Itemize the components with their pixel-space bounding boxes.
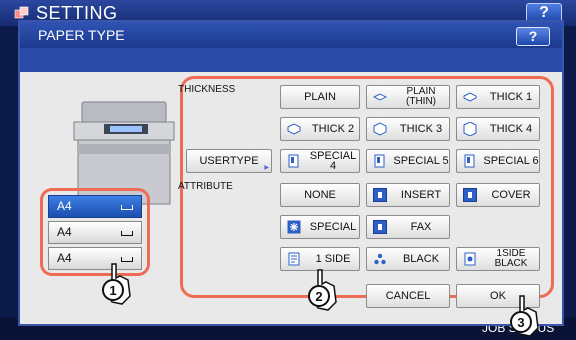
insert-label: INSERT <box>400 189 442 202</box>
step-number-1: 1 <box>102 279 124 301</box>
tray-icon <box>121 231 133 236</box>
plain-thin-label-2: (THIN) <box>406 96 436 108</box>
insert-icon <box>373 188 387 202</box>
cover-label: COVER <box>491 189 531 202</box>
paper-thick-icon <box>287 123 301 135</box>
ok-label: OK <box>490 290 506 303</box>
dialog-info-band <box>20 48 562 72</box>
thick-2-label: THICK 2 <box>311 123 355 136</box>
cancel-button[interactable]: CANCEL <box>366 284 450 308</box>
setting-icon <box>14 6 29 19</box>
special-4-label: SPECIAL 4 <box>309 150 357 173</box>
black-button[interactable]: BLACK <box>366 247 450 271</box>
special-paper-icon <box>374 154 385 168</box>
step-number-2: 2 <box>308 285 330 307</box>
special-paper-icon <box>288 154 299 168</box>
fax-label: FAX <box>410 221 432 234</box>
plain-thin-button[interactable]: PLAIN (THIN) <box>366 85 450 109</box>
thick-3-button[interactable]: THICK 3 <box>366 117 450 141</box>
step-marker-2: 2 <box>306 268 340 312</box>
paper-thick-icon <box>463 122 477 136</box>
attribute-label: ATTRIBUTE <box>178 181 233 192</box>
special-paper-icon <box>464 154 475 168</box>
one-side-icon <box>288 252 300 266</box>
thick-1-button[interactable]: THICK 1 <box>456 85 540 109</box>
thick-1-label: THICK 1 <box>489 91 533 104</box>
one-side-black-button[interactable]: 1SIDE BLACK <box>456 247 540 271</box>
thick-2-button[interactable]: THICK 2 <box>280 117 360 141</box>
special-5-button[interactable]: SPECIAL 5 <box>366 149 450 173</box>
none-button[interactable]: NONE <box>280 183 360 207</box>
dialog-title-bar: PAPER TYPE ? <box>20 22 562 48</box>
thick-4-button[interactable]: THICK 4 <box>456 117 540 141</box>
special-label: SPECIAL <box>309 221 357 234</box>
black-label: BLACK <box>402 253 440 266</box>
step-marker-3: 3 <box>508 294 542 338</box>
one-side-black-icon <box>464 252 476 266</box>
cover-icon <box>463 188 477 202</box>
thick-3-label: THICK 3 <box>399 123 443 136</box>
tray-2-size: A4 <box>57 225 72 239</box>
cancel-label: CANCEL <box>385 290 431 303</box>
fax-button[interactable]: FAX <box>366 215 450 239</box>
special-4-button[interactable]: SPECIAL 4 <box>280 149 360 173</box>
one-side-label: 1 SIDE <box>315 253 351 266</box>
black-toner-icon <box>374 253 386 265</box>
special-button[interactable]: SPECIAL <box>280 215 360 239</box>
cover-button[interactable]: COVER <box>456 183 540 207</box>
special-attribute-icon <box>287 220 301 234</box>
insert-button[interactable]: INSERT <box>366 183 450 207</box>
special-5-label: SPECIAL 5 <box>393 155 449 168</box>
usertype-label: USERTYPE <box>199 155 259 168</box>
tray-2[interactable]: A4 <box>48 221 142 244</box>
paper-thick-icon <box>463 92 477 102</box>
step-number-3: 3 <box>510 311 532 333</box>
tray-3-size: A4 <box>57 251 72 265</box>
tray-icon <box>121 205 133 210</box>
step-marker-1: 1 <box>100 262 134 306</box>
plain-label: PLAIN <box>304 91 336 104</box>
special-6-label: SPECIAL 6 <box>483 155 539 168</box>
thick-4-label: THICK 4 <box>489 123 533 136</box>
usertype-button[interactable]: USERTYPE <box>186 149 272 173</box>
tray-1-size: A4 <box>57 199 72 213</box>
plain-button[interactable]: PLAIN <box>280 85 360 109</box>
fax-icon <box>373 220 387 234</box>
dialog-help-button[interactable]: ? <box>516 27 550 46</box>
paper-thick-icon <box>373 122 387 136</box>
paper-thin-icon <box>373 93 387 101</box>
thickness-label: THICKNESS <box>178 84 236 95</box>
special-6-button[interactable]: SPECIAL 6 <box>456 149 540 173</box>
tray-1[interactable]: A4 <box>48 195 142 218</box>
dialog-title: PAPER TYPE <box>38 27 125 43</box>
none-label: NONE <box>304 189 336 202</box>
one-side-black-label-2: BLACK <box>494 258 528 270</box>
